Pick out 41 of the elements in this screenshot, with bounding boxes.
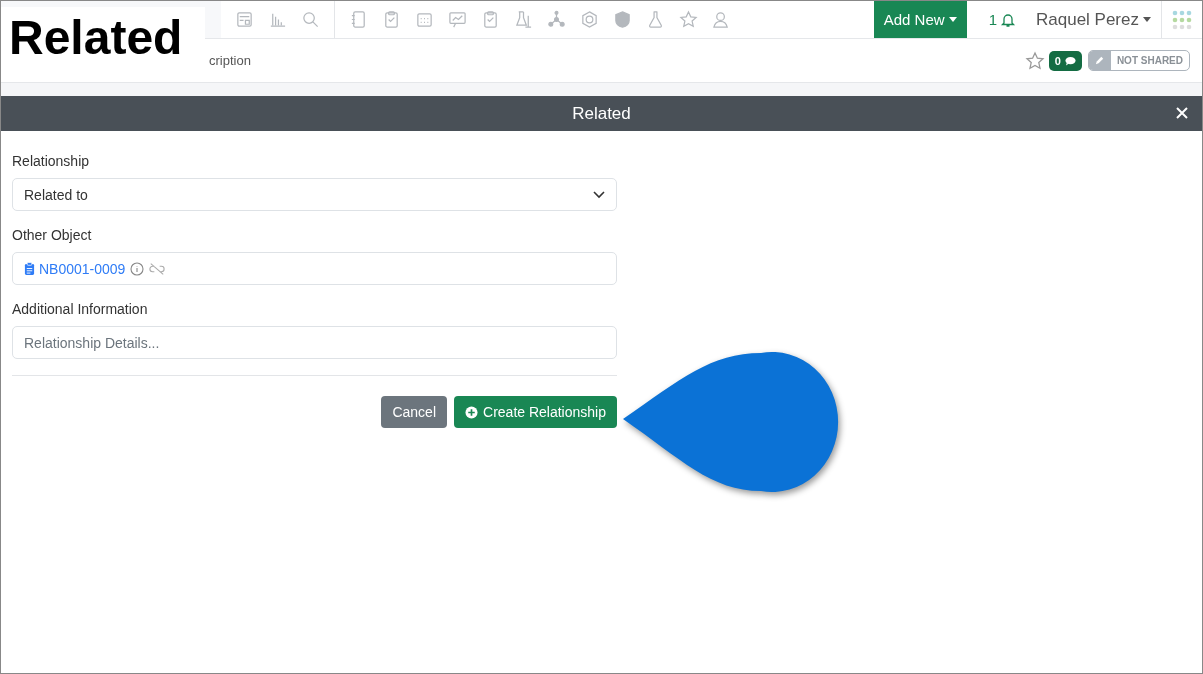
notebook-icon[interactable] xyxy=(349,10,368,29)
info-icon[interactable] xyxy=(129,261,146,276)
flask-icon[interactable] xyxy=(646,10,665,29)
apps-grid-icon[interactable] xyxy=(1172,9,1192,30)
plus-circle-icon xyxy=(465,405,479,419)
clipboard-icon[interactable] xyxy=(382,10,401,29)
star-icon[interactable] xyxy=(679,10,698,29)
cancel-button[interactable]: Cancel xyxy=(381,396,448,428)
pencil-icon xyxy=(1094,55,1106,66)
clipboard-icon xyxy=(24,262,35,275)
user-menu[interactable]: Raquel Perez xyxy=(1030,1,1162,38)
bell-icon xyxy=(1000,11,1016,28)
notifications-button[interactable]: 1 xyxy=(982,10,1022,29)
object-field[interactable]: NB0001-0009 xyxy=(12,252,617,285)
share-status-badge[interactable]: NOT SHARED xyxy=(1087,50,1190,71)
object-link[interactable]: NB0001-0009 xyxy=(39,260,126,277)
field-label: Additional Information xyxy=(12,301,149,317)
field-label: Other Object xyxy=(12,227,93,243)
calendar-icon[interactable] xyxy=(415,10,434,29)
close-icon[interactable] xyxy=(1176,107,1188,119)
details-input[interactable]: Relationship Details... xyxy=(12,326,617,359)
shield-icon[interactable] xyxy=(613,10,632,29)
hexagon-icon[interactable] xyxy=(580,10,599,29)
comments-button[interactable]: 0 xyxy=(1048,50,1082,71)
star-icon[interactable] xyxy=(1024,50,1045,71)
user-icon[interactable] xyxy=(712,10,731,29)
search-icon[interactable] xyxy=(301,10,320,29)
clipboard-icon[interactable] xyxy=(481,10,500,29)
modal-title: Related xyxy=(572,103,631,124)
create-relationship-button[interactable]: Create Relationship xyxy=(454,396,617,428)
relationship-select[interactable]: Related to xyxy=(12,178,617,211)
field-label: Relationship xyxy=(12,153,91,169)
add-new-button[interactable]: Add New xyxy=(873,1,967,38)
form-icon[interactable] xyxy=(235,10,254,29)
lab-icon[interactable] xyxy=(514,10,533,29)
unlink-icon[interactable] xyxy=(149,261,166,276)
breadcrumb-text: cription xyxy=(209,53,251,68)
presentation-icon[interactable] xyxy=(448,10,467,29)
speech-bubble-icon xyxy=(1064,55,1076,66)
chevron-down-icon xyxy=(593,190,605,199)
network-icon[interactable] xyxy=(547,10,566,29)
